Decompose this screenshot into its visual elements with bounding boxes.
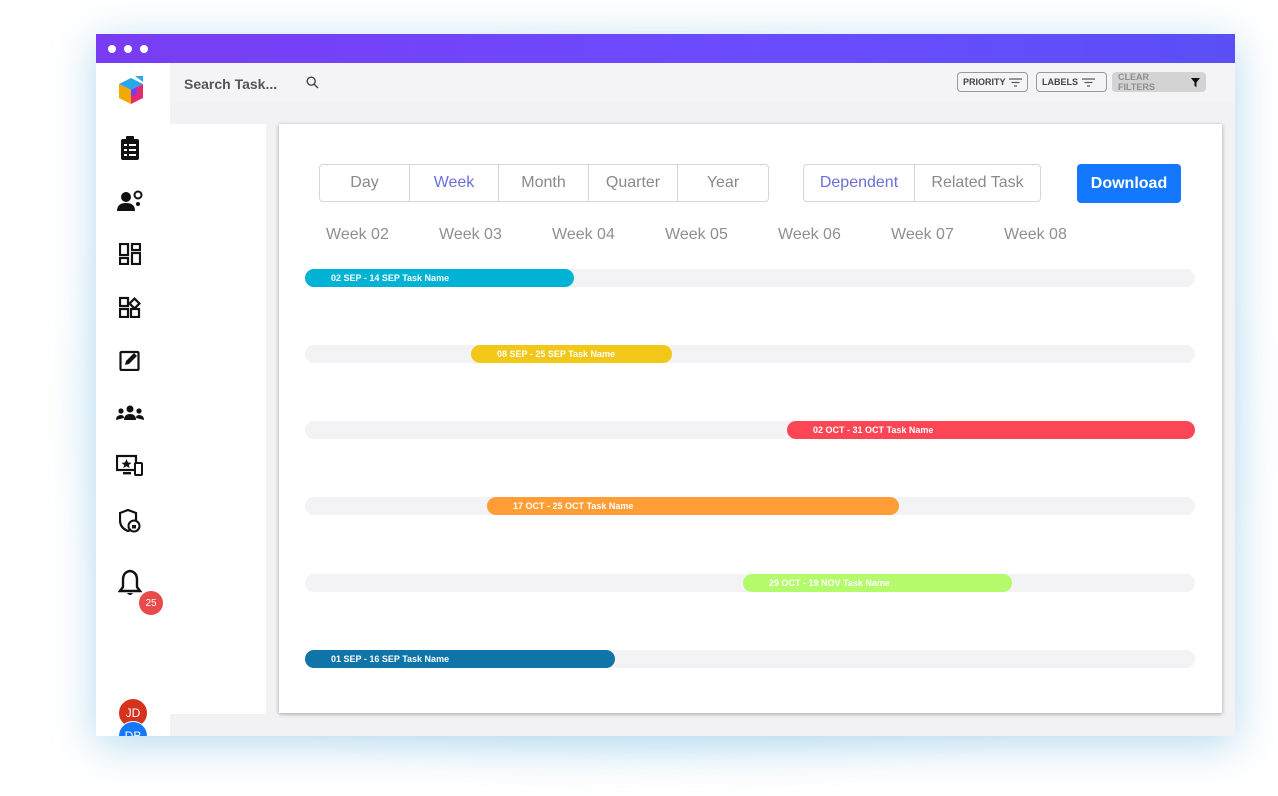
funnel-icon: [1191, 77, 1200, 87]
task-row-track: 02 SEP - 14 SEP Task Name: [305, 269, 1195, 287]
window-dot-minimize[interactable]: [124, 45, 132, 53]
notification-badge: 25: [139, 591, 163, 615]
desktop-star-icon[interactable]: [115, 451, 145, 481]
task-bar[interactable]: 08 SEP - 25 SEP Task Name: [471, 345, 672, 363]
related-task-button[interactable]: Related Task: [915, 165, 1040, 201]
window-dot-close[interactable]: [108, 45, 116, 53]
task-row-track: 08 SEP - 25 SEP Task Name: [305, 345, 1195, 363]
task-bar[interactable]: 02 OCT - 31 OCT Task Name: [787, 421, 1195, 439]
dependent-button[interactable]: Dependent: [804, 165, 915, 201]
clear-filters-label: CLEAR FILTERS: [1118, 72, 1155, 92]
window-dot-maximize[interactable]: [140, 45, 148, 53]
week-header: Week 03: [439, 226, 502, 243]
view-day-button[interactable]: Day: [320, 165, 410, 201]
team-icon[interactable]: [115, 398, 145, 428]
clear-filters-button[interactable]: CLEAR FILTERS: [1112, 72, 1206, 92]
week-header: Week 08: [1004, 226, 1067, 243]
view-week-button[interactable]: Week: [410, 165, 499, 201]
task-bar[interactable]: 01 SEP - 16 SEP Task Name: [305, 650, 615, 668]
search-input[interactable]: Search Task...: [184, 76, 277, 92]
title-bar: [96, 34, 1235, 63]
task-row-track: 29 OCT - 19 NOV Task Name: [305, 574, 1195, 592]
download-button[interactable]: Download: [1077, 164, 1181, 203]
week-header: Week 07: [891, 226, 954, 243]
gantt-panel: Day Week Month Quarter Year Dependent Re…: [279, 124, 1222, 713]
priority-filter-label: PRIORITY: [963, 77, 1006, 87]
week-header: Week 02: [326, 226, 389, 243]
task-row-track: 02 OCT - 31 OCT Task Name: [305, 421, 1195, 439]
view-year-button[interactable]: Year: [678, 165, 768, 201]
task-bar[interactable]: 29 OCT - 19 NOV Task Name: [743, 574, 1012, 592]
edit-square-icon[interactable]: [115, 345, 145, 375]
shield-lock-icon[interactable]: [115, 506, 145, 536]
labels-filter-button[interactable]: LABELS: [1036, 72, 1107, 92]
app-logo-icon[interactable]: [115, 76, 145, 106]
week-header: Week 06: [778, 226, 841, 243]
task-bar[interactable]: 17 OCT - 25 OCT Task Name: [487, 497, 899, 515]
sidebar: 25 JD DB: [96, 63, 170, 736]
user-settings-icon[interactable]: [115, 186, 145, 216]
labels-filter-label: LABELS: [1042, 77, 1078, 87]
priority-filter-button[interactable]: PRIORITY: [957, 72, 1028, 92]
view-month-button[interactable]: Month: [499, 165, 589, 201]
filter-lines-icon: [1008, 77, 1022, 87]
week-header: Week 04: [552, 226, 615, 243]
dashboard-icon[interactable]: [115, 239, 145, 269]
task-row-track: 17 OCT - 25 OCT Task Name: [305, 497, 1195, 515]
week-header: Week 05: [665, 226, 728, 243]
task-bar[interactable]: 02 SEP - 14 SEP Task Name: [305, 269, 574, 287]
view-mode-toggle: Day Week Month Quarter Year: [319, 164, 769, 202]
widgets-icon[interactable]: [115, 292, 145, 322]
clipboard-checklist-icon[interactable]: [115, 133, 145, 163]
filter-lines-icon: [1082, 77, 1095, 87]
app-window: 25 JD DB Search Task... PRIORITY LABELS: [96, 34, 1235, 736]
search-icon[interactable]: [306, 76, 319, 94]
view-quarter-button[interactable]: Quarter: [589, 165, 678, 201]
left-column: [170, 124, 266, 714]
top-bar: Search Task... PRIORITY LABELS CLEAR FIL…: [170, 63, 1235, 103]
link-mode-toggle: Dependent Related Task: [803, 164, 1041, 202]
task-row-track: 01 SEP - 16 SEP Task Name: [305, 650, 1195, 668]
